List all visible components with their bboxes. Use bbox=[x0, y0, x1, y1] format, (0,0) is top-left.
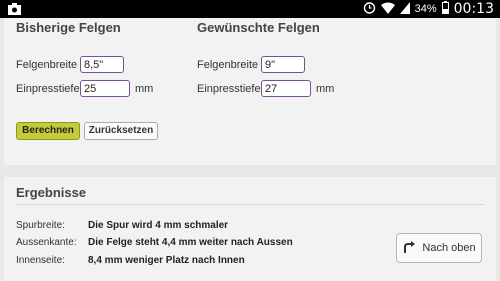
status-bar: 34% 00:13 bbox=[0, 0, 500, 18]
result-row-track-width: Spurbreite: Die Spur wird 4 mm schmaler bbox=[16, 220, 228, 231]
desired-offset-row: Einpresstiefe mm bbox=[197, 80, 334, 97]
current-width-row: Felgenbreite bbox=[16, 56, 124, 73]
battery-percent: 34% bbox=[414, 3, 437, 15]
calculate-button[interactable]: Berechnen bbox=[16, 122, 80, 140]
result-row-outer-edge: Aussenkante: Die Felge steht 4,4 mm weite… bbox=[16, 237, 293, 248]
current-offset-row: Einpresstiefe mm bbox=[16, 80, 153, 97]
result-value: Die Felge steht 4,4 mm weiter nach Ausse… bbox=[88, 237, 293, 248]
desired-width-label: Felgenbreite bbox=[197, 58, 259, 71]
results-divider bbox=[16, 204, 484, 205]
desired-offset-input[interactable] bbox=[261, 80, 311, 97]
current-offset-label: Einpresstiefe bbox=[16, 82, 80, 95]
signal-icon bbox=[399, 1, 410, 17]
current-offset-input[interactable] bbox=[80, 80, 130, 97]
desired-offset-label: Einpresstiefe bbox=[197, 82, 261, 95]
current-rims-heading: Bisherige Felgen bbox=[16, 20, 121, 35]
alarm-icon bbox=[363, 1, 376, 17]
result-label: Aussenkante: bbox=[16, 237, 77, 248]
result-value: 8,4 mm weniger Platz nach Innen bbox=[88, 255, 245, 266]
battery-icon bbox=[441, 1, 449, 17]
camera-icon bbox=[8, 2, 21, 15]
result-row-inner-side: Innenseite: 8,4 mm weniger Platz nach Inn… bbox=[16, 255, 245, 266]
results-panel: Ergebnisse Spurbreite: Die Spur wird 4 mm… bbox=[4, 177, 496, 281]
result-value: Die Spur wird 4 mm schmaler bbox=[88, 220, 229, 231]
return-arrow-icon bbox=[402, 240, 416, 257]
wifi-icon bbox=[380, 2, 395, 17]
desired-width-input[interactable] bbox=[261, 56, 305, 73]
current-width-label: Felgenbreite bbox=[16, 58, 78, 71]
result-label: Innenseite: bbox=[16, 255, 65, 266]
reset-button[interactable]: Zurücksetzen bbox=[84, 122, 158, 140]
clock: 00:13 bbox=[453, 1, 494, 17]
rim-input-panel: Bisherige Felgen Felgenbreite Einpressti… bbox=[4, 18, 496, 165]
current-width-input[interactable] bbox=[80, 56, 124, 73]
current-offset-unit: mm bbox=[135, 82, 154, 95]
result-label: Spurbreite: bbox=[16, 220, 65, 231]
desired-width-row: Felgenbreite bbox=[197, 56, 305, 73]
back-to-top-label: Nach oben bbox=[422, 242, 476, 254]
desired-offset-unit: mm bbox=[316, 82, 335, 95]
desired-rims-heading: Gewünschte Felgen bbox=[197, 20, 320, 35]
back-to-top-button[interactable]: Nach oben bbox=[396, 233, 482, 263]
results-title: Ergebnisse bbox=[16, 185, 87, 200]
